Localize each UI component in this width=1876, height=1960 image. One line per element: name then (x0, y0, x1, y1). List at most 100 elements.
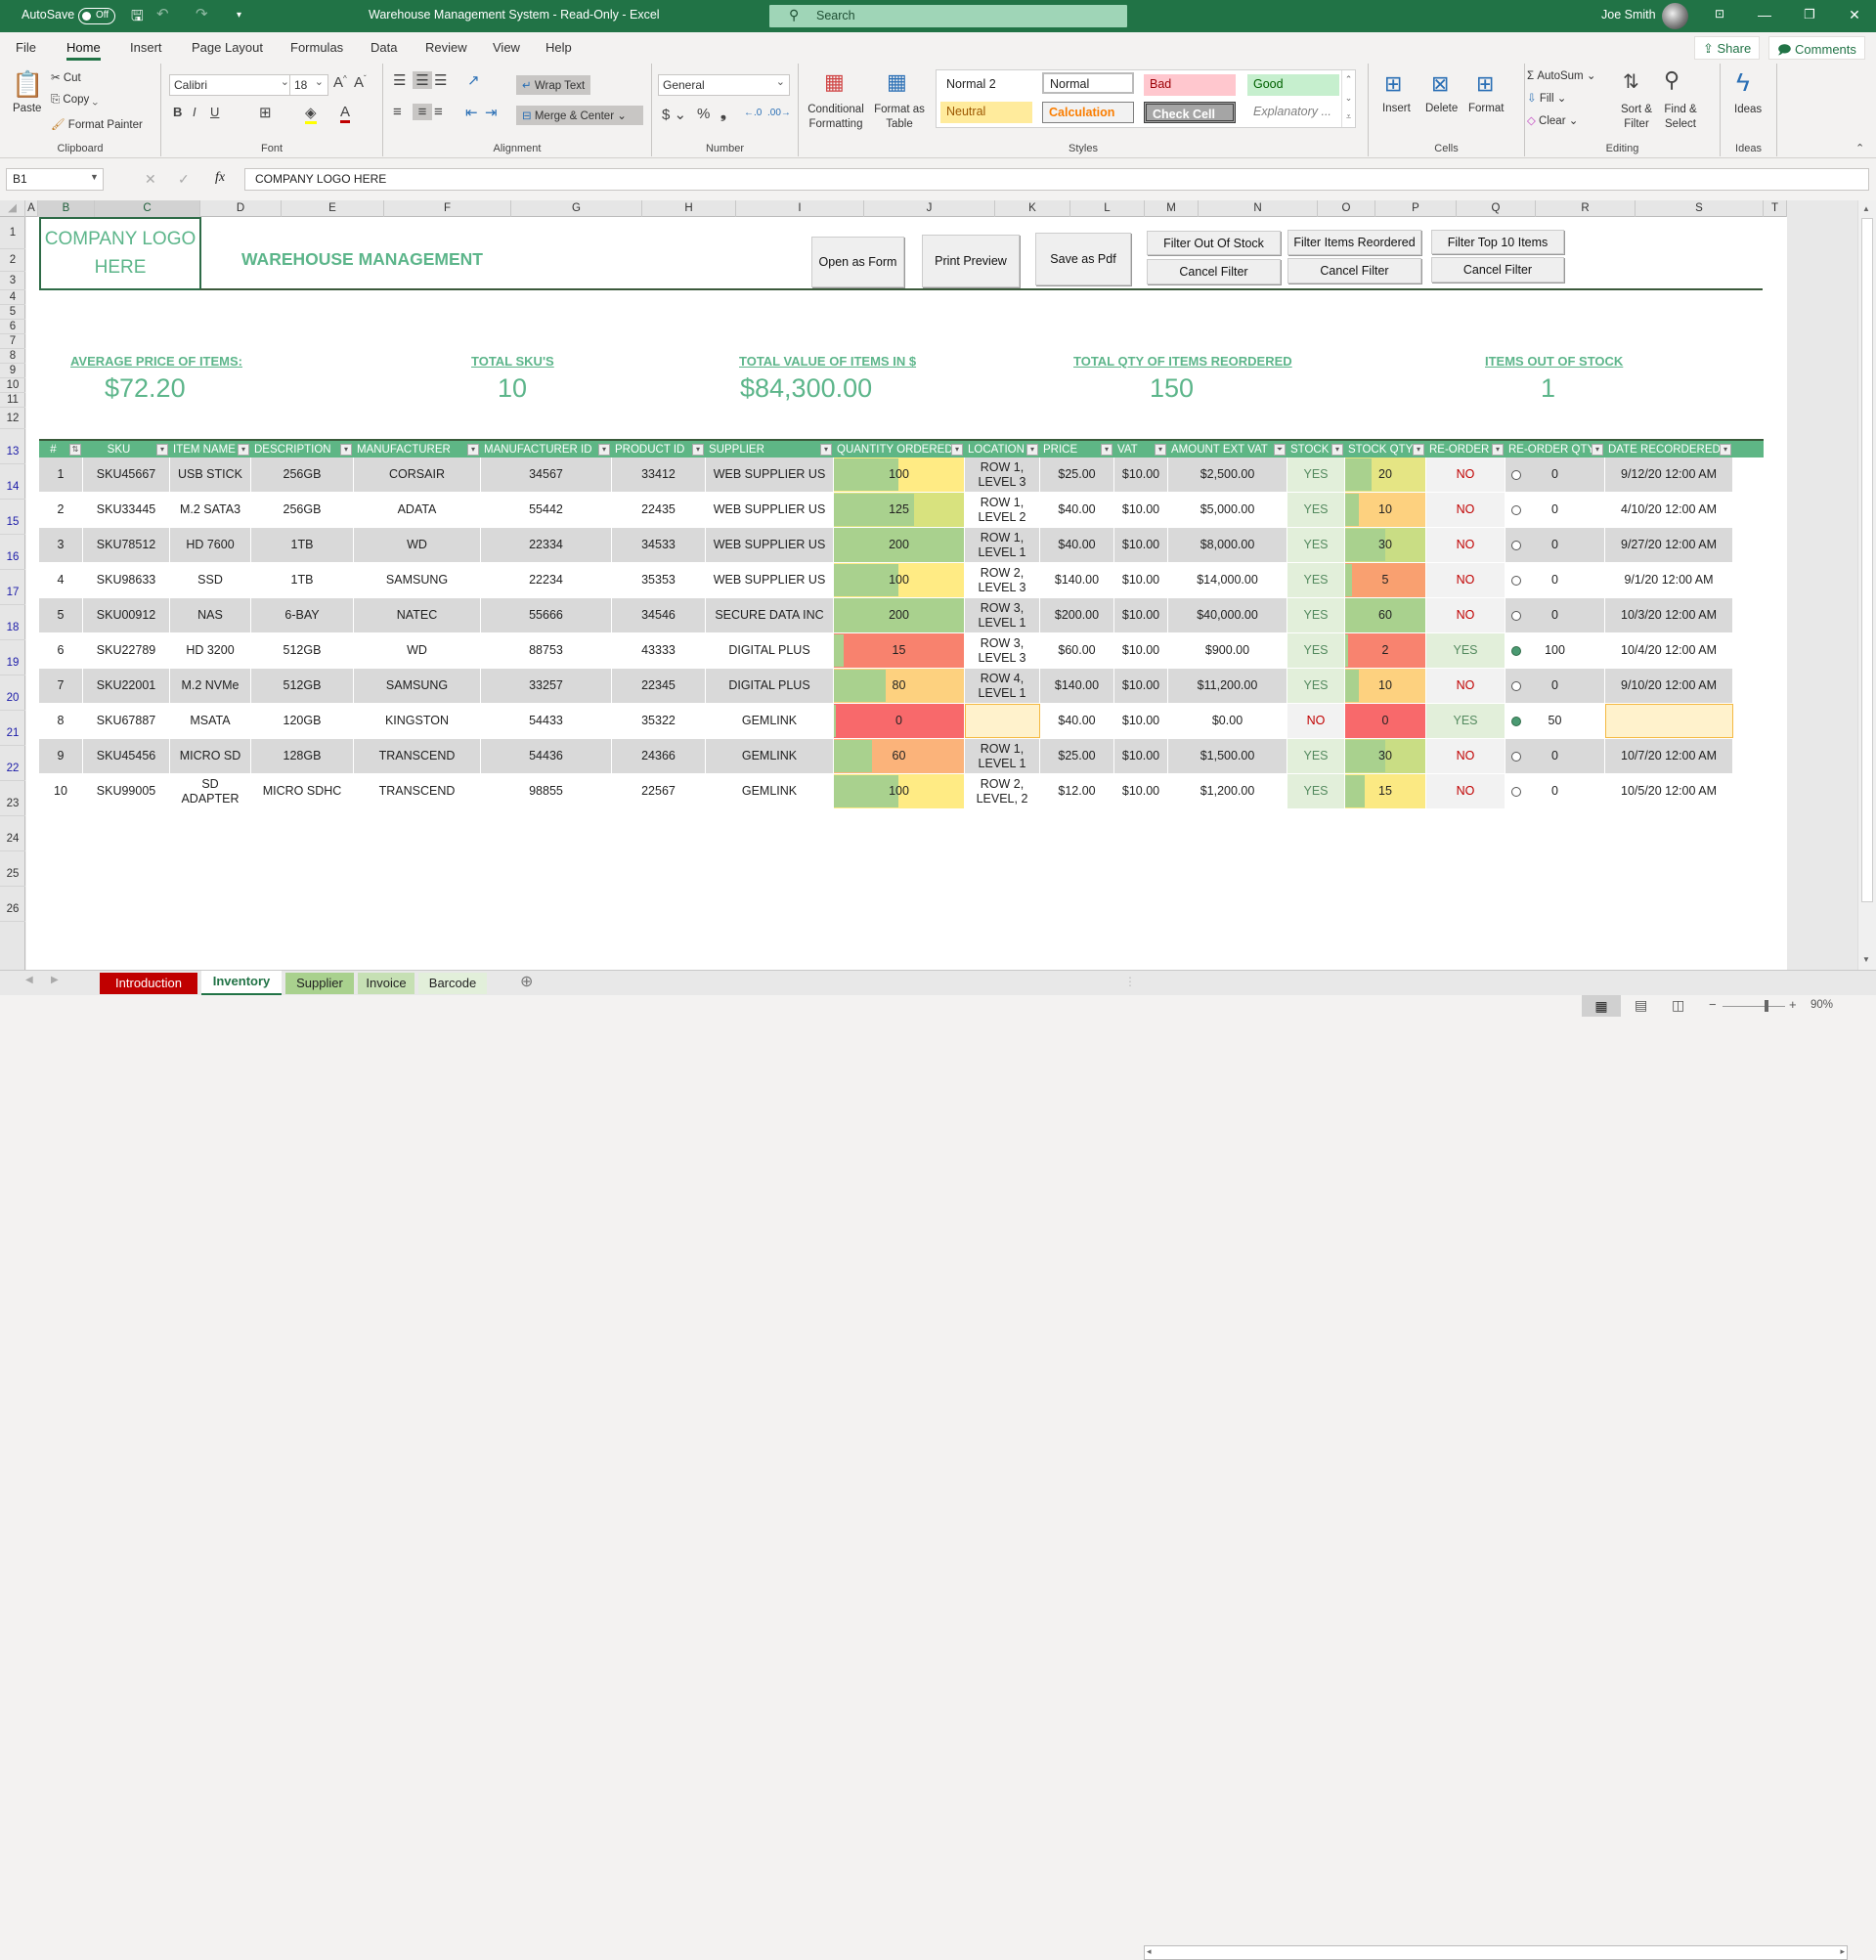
cell-reorder[interactable]: NO (1426, 669, 1505, 703)
cell-qty[interactable]: 200 (834, 528, 965, 562)
cell-amount[interactable]: $2,500.00 (1168, 457, 1287, 492)
minimize-icon[interactable]: — (1750, 7, 1779, 22)
cell-mfr-id[interactable]: 55666 (481, 598, 612, 632)
cell-n[interactable]: 3 (39, 528, 83, 562)
cell-desc[interactable]: 512GB (251, 633, 354, 668)
align-center-icon[interactable]: ≡ (413, 104, 432, 120)
cell-amount[interactable]: $5,000.00 (1168, 493, 1287, 527)
cell-vat[interactable]: $10.00 (1114, 598, 1168, 632)
cell-n[interactable]: 2 (39, 493, 83, 527)
cell-supplier[interactable]: GEMLINK (706, 739, 834, 773)
row-header-5[interactable]: 5 (0, 305, 25, 320)
row-header-8[interactable]: 8 (0, 349, 25, 364)
increase-decimal-icon[interactable]: ←.0 (744, 108, 762, 118)
row-header-10[interactable]: 10 (0, 378, 25, 393)
cell-n[interactable]: 9 (39, 739, 83, 773)
cell-qty[interactable]: 80 (834, 669, 965, 703)
cell-amount[interactable]: $40,000.00 (1168, 598, 1287, 632)
merge-center-button[interactable]: ⊟ Merge & Center ⌄ (516, 106, 643, 125)
cell-prod-id[interactable]: 22567 (612, 774, 706, 808)
horizontal-scrollbar[interactable]: ◂ ▸ (1144, 1945, 1848, 1960)
redo-icon[interactable]: ↷ (196, 5, 208, 22)
cell-stock-qty[interactable]: 60 (1345, 598, 1426, 632)
cell-sku[interactable]: SKU22001 (83, 669, 170, 703)
cell-stock[interactable]: YES (1287, 739, 1345, 773)
col-header-d[interactable]: D (200, 200, 282, 217)
cell-mfr[interactable]: TRANSCEND (354, 774, 481, 808)
row-header-11[interactable]: 11 (0, 393, 25, 408)
style-neutral[interactable]: Neutral (940, 102, 1032, 123)
tab-data[interactable]: Data (371, 40, 397, 55)
cell-reorder-qty[interactable]: 0 (1505, 528, 1605, 562)
cell-stock[interactable]: YES (1287, 669, 1345, 703)
row-header-6[interactable]: 6 (0, 320, 25, 334)
format-button[interactable]: Format (1468, 103, 1504, 114)
cell-reorder-qty[interactable]: 0 (1505, 598, 1605, 632)
sheet-tab-invoice[interactable]: Invoice (358, 973, 414, 994)
row-header-7[interactable]: 7 (0, 334, 25, 349)
col-header-g[interactable]: G (511, 200, 642, 217)
cell-loc[interactable]: ROW 1, LEVEL 3 (965, 457, 1040, 492)
cell-mfr[interactable]: SAMSUNG (354, 669, 481, 703)
cell-amount[interactable]: $8,000.00 (1168, 528, 1287, 562)
sheet-tab-barcode[interactable]: Barcode (418, 973, 487, 994)
cell-date[interactable]: 10/7/20 12:00 AM (1605, 739, 1733, 773)
comments-button[interactable]: 🗩 Comments (1768, 36, 1865, 60)
cell-reorder[interactable]: NO (1426, 598, 1505, 632)
row-header-2[interactable]: 2 (0, 249, 25, 272)
underline-icon[interactable]: U (210, 105, 219, 119)
cell-sku[interactable]: SKU00912 (83, 598, 170, 632)
cut-button[interactable]: ✂ Cut (51, 70, 81, 84)
cell-item[interactable]: MICRO SD (170, 739, 251, 773)
cell-loc[interactable]: ROW 4, LEVEL 1 (965, 669, 1040, 703)
cell-amount[interactable]: $900.00 (1168, 633, 1287, 668)
cell-reorder[interactable]: NO (1426, 493, 1505, 527)
col-header-o[interactable]: O (1318, 200, 1375, 217)
filter-dropdown-icon[interactable]: ▾ (467, 444, 479, 456)
cell-mfr-id[interactable]: 88753 (481, 633, 612, 668)
formula-input[interactable]: COMPANY LOGO HERE (244, 168, 1869, 191)
cell-price[interactable]: $25.00 (1040, 739, 1114, 773)
sheet-tab-introduction[interactable]: Introduction (100, 973, 197, 994)
row-header-12[interactable]: 12 (0, 408, 25, 429)
filter-dropdown-icon[interactable]: ▾ (1720, 444, 1731, 456)
comma-icon[interactable]: ❟ (720, 106, 726, 122)
italic-icon[interactable]: I (193, 105, 196, 119)
cell-price[interactable]: $40.00 (1040, 704, 1114, 738)
col-header-q[interactable]: Q (1457, 200, 1536, 217)
filter-dropdown-icon[interactable]: ▾ (1101, 444, 1113, 456)
cell-amount[interactable]: $1,500.00 (1168, 739, 1287, 773)
cell-prod-id[interactable]: 22345 (612, 669, 706, 703)
next-sheet-icon[interactable]: ▶ (51, 975, 59, 985)
cell-reorder[interactable]: NO (1426, 739, 1505, 773)
cell-stock-qty[interactable]: 2 (1345, 633, 1426, 668)
zoom-in-icon[interactable]: + (1789, 997, 1797, 1012)
cell-supplier[interactable]: DIGITAL PLUS (706, 669, 834, 703)
cell-prod-id[interactable]: 24366 (612, 739, 706, 773)
ribbon-display-icon[interactable]: ⊡ (1705, 7, 1734, 21)
style-calculation[interactable]: Calculation (1042, 102, 1134, 123)
page-layout-view-icon[interactable]: ▤ (1635, 997, 1647, 1014)
decrease-font-icon[interactable]: Aˇ (354, 74, 367, 91)
cell-price[interactable]: $25.00 (1040, 457, 1114, 492)
cell-desc[interactable]: 256GB (251, 493, 354, 527)
gallery-scroll[interactable]: ⌃ ⌄ ⩡ (1341, 70, 1355, 127)
table-row[interactable]: 5 SKU00912 NAS 6-BAY NATEC 55666 34546 SECURE D… (39, 598, 1764, 633)
align-middle-icon[interactable]: ☰ (413, 71, 432, 89)
row-header-17[interactable]: 17 (0, 570, 25, 605)
cell-mfr[interactable]: WD (354, 528, 481, 562)
cell-desc[interactable]: 120GB (251, 704, 354, 738)
normal-view-icon[interactable]: ▦ (1582, 995, 1621, 1017)
cell-n[interactable]: 4 (39, 563, 83, 597)
filter-dropdown-icon[interactable]: ▾ (1155, 444, 1166, 456)
cell-prod-id[interactable]: 33412 (612, 457, 706, 492)
style-check-cell[interactable]: Check Cell (1144, 102, 1236, 123)
cell-mfr[interactable]: WD (354, 633, 481, 668)
col-header-n[interactable]: N (1199, 200, 1318, 217)
name-box[interactable]: B1 (6, 168, 104, 191)
cell-loc[interactable]: ROW 1, LEVEL 1 (965, 739, 1040, 773)
row-header-1[interactable]: 1 (0, 217, 25, 249)
style-good[interactable]: Good (1247, 74, 1339, 96)
cell-price[interactable]: $12.00 (1040, 774, 1114, 808)
cell-desc[interactable]: 1TB (251, 528, 354, 562)
